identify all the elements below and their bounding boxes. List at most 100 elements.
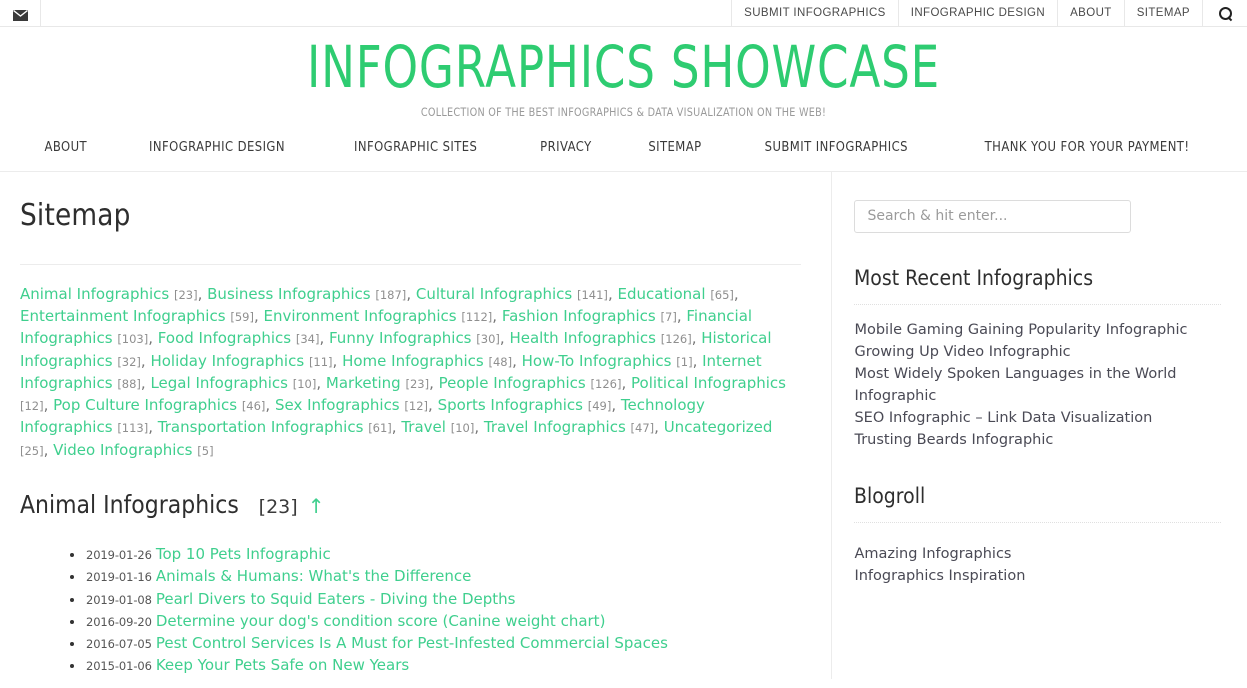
category-link[interactable]: Uncategorized: [664, 418, 773, 436]
top-nav: SUBMIT INFOGRAPHICS INFOGRAPHIC DESIGN A…: [732, 0, 1247, 26]
category-separator: ,: [691, 329, 702, 348]
recent-post-link[interactable]: Mobile Gaming Gaining Popularity Infogra…: [854, 319, 1187, 341]
category-link[interactable]: Entertainment Infographics: [20, 307, 226, 325]
category-list: Animal Infographics [23], Business Infog…: [20, 284, 801, 462]
recent-post-link[interactable]: Growing Up Video Infographic: [854, 341, 1070, 363]
search-toggle-button[interactable]: [1203, 0, 1247, 26]
list-item: Amazing Infographics: [854, 543, 1221, 565]
recent-post-link[interactable]: Trusting Beards Infographic: [854, 429, 1053, 451]
widget-blogroll: Blogroll Amazing Infographics Infographic…: [854, 484, 1221, 587]
recent-post-link[interactable]: Most Widely Spoken Languages in the Worl…: [854, 363, 1221, 407]
blogroll-link[interactable]: Amazing Infographics: [854, 543, 1011, 565]
category-link[interactable]: Business Infographics: [207, 285, 370, 303]
nav-item-privacy[interactable]: PRIVACY: [519, 139, 612, 155]
category-count: [46]: [241, 399, 266, 414]
category-count: [126]: [660, 332, 692, 347]
nav-item-about[interactable]: ABOUT: [24, 139, 108, 155]
category-separator: ,: [332, 351, 343, 370]
recent-post-list: Mobile Gaming Gaining Popularity Infogra…: [854, 319, 1221, 451]
category-count: [187]: [375, 287, 407, 302]
category-link[interactable]: Holiday Infographics: [150, 352, 304, 370]
category-separator: ,: [676, 306, 687, 325]
category-count: [113]: [117, 421, 149, 436]
arrow-up-icon[interactable]: ↑: [308, 496, 325, 516]
list-item: 2015-01-06 Keep Your Pets Safe on New Yea…: [69, 655, 801, 677]
topnav-item-submit-infographics[interactable]: SUBMIT INFOGRAPHICS: [732, 0, 899, 26]
main-content: Sitemap Animal Infographics [23], Busine…: [0, 171, 833, 679]
topnav-item-sitemap[interactable]: SITEMAP: [1125, 0, 1203, 26]
category-link[interactable]: How-To Infographics: [522, 352, 672, 370]
category-separator: ,: [492, 306, 502, 325]
category-link[interactable]: Cultural Infographics: [416, 285, 572, 303]
category-link[interactable]: Food Infographics: [158, 329, 291, 347]
category-link[interactable]: Political Infographics: [631, 374, 786, 392]
nav-item-infographic-design[interactable]: INFOGRAPHIC DESIGN: [129, 139, 306, 155]
post-link[interactable]: Keep Your Pets Safe on New Years: [156, 656, 409, 674]
nav-item-thank-you[interactable]: THANK YOU FOR YOUR PAYMENT!: [964, 139, 1210, 155]
category-separator: ,: [265, 396, 275, 415]
category-count: [12]: [404, 399, 429, 414]
category-link[interactable]: Travel Infographics: [484, 418, 626, 436]
category-separator: ,: [43, 396, 54, 415]
post-link[interactable]: Top 10 Pets Infographic: [156, 545, 331, 563]
category-separator: ,: [319, 329, 329, 348]
primary-nav: ABOUT INFOGRAPHIC DESIGN INFOGRAPHIC SIT…: [0, 139, 1247, 171]
sidebar: Most Recent Infographics Mobile Gaming G…: [832, 172, 1247, 679]
category-count: [32]: [117, 354, 141, 369]
blogroll-link[interactable]: Infographics Inspiration: [854, 565, 1025, 587]
list-item: Infographics Inspiration: [854, 565, 1221, 587]
nav-item-infographic-sites[interactable]: INFOGRAPHIC SITES: [334, 139, 499, 155]
nav-item-sitemap[interactable]: SITEMAP: [627, 139, 721, 155]
category-separator: ,: [148, 418, 158, 437]
site-title[interactable]: INFOGRAPHICS SHOWCASE: [137, 36, 1110, 99]
category-separator: ,: [692, 351, 703, 370]
post-date: 2016-07-05: [86, 637, 152, 652]
category-link[interactable]: Transportation Infographics: [158, 418, 364, 436]
category-link[interactable]: Sports Infographics: [438, 396, 583, 414]
search-input[interactable]: [854, 199, 1132, 233]
nav-item-submit-infographics[interactable]: SUBMIT INFOGRAPHICS: [744, 139, 929, 155]
post-date: 2016-09-20: [86, 614, 152, 629]
search-icon: [1218, 6, 1232, 20]
category-link[interactable]: Funny Infographics: [329, 329, 472, 347]
list-item: 2019-01-26 Top 10 Pets Infographic: [69, 544, 801, 566]
category-separator: ,: [621, 373, 632, 392]
category-link[interactable]: People Infographics: [439, 374, 586, 392]
category-link[interactable]: Fashion Infographics: [502, 307, 656, 325]
category-count: [49]: [587, 399, 612, 414]
category-separator: ,: [391, 418, 402, 437]
category-link[interactable]: Marketing: [326, 374, 401, 392]
category-link[interactable]: Educational: [617, 285, 705, 303]
mail-link[interactable]: [0, 0, 41, 26]
recent-post-link[interactable]: SEO Infographic – Link Data Visualizatio…: [854, 407, 1152, 429]
category-link[interactable]: Legal Infographics: [150, 374, 288, 392]
post-list: 2019-01-26 Top 10 Pets Infographic 2019-01…: [20, 544, 801, 679]
topnav-item-about[interactable]: ABOUT: [1058, 0, 1125, 26]
category-link[interactable]: Travel: [401, 418, 446, 436]
category-count: [59]: [230, 309, 254, 324]
post-link[interactable]: Animals & Humans: What's the Difference: [156, 567, 472, 585]
post-link[interactable]: Determine your dog's condition score (Ca…: [156, 612, 606, 630]
category-link[interactable]: Pop Culture Infographics: [53, 396, 237, 414]
category-link[interactable]: Health Infographics: [509, 329, 656, 347]
category-count: [23]: [173, 287, 198, 302]
list-item: Growing Up Video Infographic: [854, 341, 1221, 363]
post-link[interactable]: Pest Control Services Is A Must for Pest…: [156, 634, 668, 652]
category-separator: ,: [474, 418, 484, 437]
category-link[interactable]: Environment Infographics: [263, 307, 456, 325]
category-count: [10]: [292, 376, 317, 391]
category-link[interactable]: Video Infographics: [53, 441, 192, 459]
category-link[interactable]: Sex Infographics: [275, 396, 400, 414]
top-utility-bar: SUBMIT INFOGRAPHICS INFOGRAPHIC DESIGN A…: [0, 0, 1247, 27]
category-separator: ,: [316, 373, 326, 392]
category-count: [10]: [450, 421, 475, 436]
category-link[interactable]: Animal Infographics: [20, 285, 169, 303]
list-item: 2019-01-08 Pearl Divers to Squid Eaters -…: [69, 589, 801, 611]
category-count: [11]: [308, 354, 333, 369]
category-count: [5]: [197, 443, 214, 458]
topnav-item-infographic-design[interactable]: INFOGRAPHIC DESIGN: [899, 0, 1059, 26]
category-count: [112]: [461, 309, 493, 324]
category-link[interactable]: Home Infographics: [342, 352, 484, 370]
list-item: SEO Infographic – Link Data Visualizatio…: [854, 407, 1221, 429]
post-link[interactable]: Pearl Divers to Squid Eaters - Diving th…: [156, 590, 516, 608]
